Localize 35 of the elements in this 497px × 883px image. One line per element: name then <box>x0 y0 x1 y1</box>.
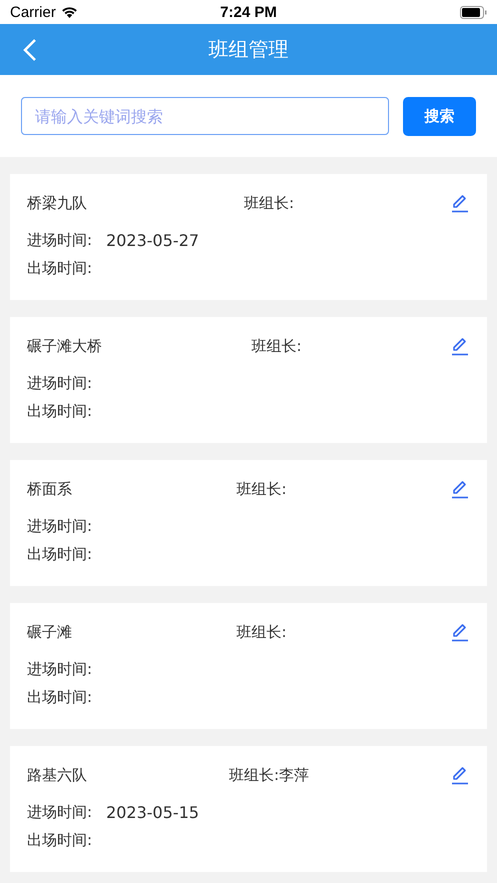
exit-time-label: 出场时间: <box>27 258 92 278</box>
team-name: 路基六队 <box>27 766 87 784</box>
pencil-icon[interactable] <box>451 766 469 784</box>
team-leader: 班组长: <box>236 622 287 642</box>
team-name: 碾子滩大桥 <box>27 336 102 356</box>
entry-date: 2023-05-27 <box>106 230 200 250</box>
wifi-icon <box>60 6 78 18</box>
team-leader: 班组长:李萍 <box>228 766 310 784</box>
battery-icon <box>460 6 487 18</box>
pencil-icon[interactable] <box>451 336 469 356</box>
carrier-label: Carrier <box>10 4 56 20</box>
exit-time-label: 出场时间: <box>27 544 92 564</box>
exit-time-label: 出场时间: <box>27 402 92 420</box>
status-time: 7:24 PM <box>220 4 277 20</box>
page-title: 班组管理 <box>208 36 288 63</box>
team-name: 桥梁九队 <box>27 194 87 212</box>
pencil-icon[interactable] <box>451 194 469 212</box>
entry-time-label: 进场时间: <box>27 802 92 822</box>
entry-time-label: 进场时间: <box>27 516 92 536</box>
entry-time-label: 进场时间: <box>27 660 92 678</box>
exit-time-label: 出场时间: <box>27 688 92 706</box>
search-button[interactable]: 搜索 <box>403 96 476 136</box>
pencil-icon[interactable] <box>451 622 469 642</box>
entry-date: 2023-05-15 <box>106 802 200 822</box>
team-leader: 班组长: <box>251 336 302 356</box>
search-field[interactable]: 请输入关键词搜索 <box>21 97 389 135</box>
team-name: 桥面系 <box>27 480 72 498</box>
pencil-icon[interactable] <box>451 480 469 498</box>
team-name: 碾子滩 <box>27 622 72 642</box>
exit-time-label: 出场时间: <box>27 830 92 850</box>
back-icon[interactable] <box>22 38 38 62</box>
team-leader: 班组长: <box>244 194 294 212</box>
entry-time-label: 进场时间: <box>27 374 92 392</box>
entry-time-label: 进场时间: <box>27 230 92 250</box>
team-leader: 班组长: <box>236 480 287 498</box>
